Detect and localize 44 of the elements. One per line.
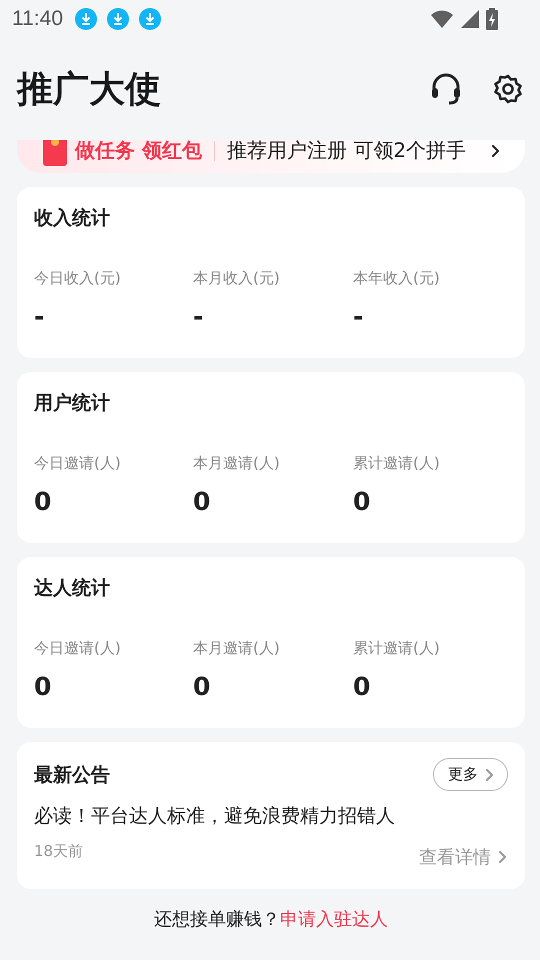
chevron-icon [484, 768, 495, 782]
apply-link[interactable]: 申请入驻达人 [280, 909, 388, 930]
stat-value: - [193, 302, 204, 331]
envelope-icon [43, 140, 67, 166]
footer-prompt: 还想接单赚钱？ [154, 909, 280, 930]
stat-label: 累计邀请(人) [353, 639, 441, 658]
stat-value: - [34, 302, 46, 331]
banner-text: 推荐用户注册 可领2个拼手 [226, 140, 468, 164]
wifi-icon [430, 9, 454, 29]
battery-icon [486, 8, 498, 30]
stat-value: 0 [34, 672, 52, 701]
stat-value: 0 [193, 487, 212, 516]
notice-time: 18天前 [34, 842, 84, 860]
stat-value: 0 [34, 487, 52, 516]
stat-label: 今日邀请(人) [34, 454, 122, 473]
clock-time: 11:40 [12, 7, 63, 31]
card-title: 达人统计 [34, 576, 111, 601]
stat-value: - [353, 302, 364, 331]
card-title: 收入统计 [34, 206, 111, 231]
settings-icon[interactable] [493, 74, 523, 104]
chevron-icon [497, 850, 508, 864]
stat-label: 本月邀请(人) [193, 639, 281, 658]
promo-banner[interactable]: 做任务 领红包 推荐用户注册 可领2个拼手 [17, 140, 525, 173]
stat-label: 今日邀请(人) [34, 639, 122, 658]
stat-label: 本月收入(元) [193, 269, 281, 288]
stat-value: 0 [193, 672, 212, 701]
page-title: 推广大使 [17, 68, 161, 112]
signal-icon [460, 9, 480, 29]
stat-label: 今日收入(元) [34, 269, 122, 288]
download-icon [75, 8, 97, 30]
stat-label: 本年收入(元) [353, 269, 441, 288]
headset-icon[interactable] [429, 72, 463, 106]
stat-value: 0 [353, 487, 372, 516]
more-button[interactable]: 更多 [433, 758, 508, 791]
banner-tag: 做任务 领红包 [75, 140, 202, 164]
stat-label: 累计邀请(人) [353, 454, 441, 473]
card-title: 最新公告 [34, 762, 110, 788]
chevron-icon [490, 144, 501, 158]
download-icon [107, 8, 129, 30]
stat-value: 0 [353, 672, 372, 701]
card-title: 用户统计 [34, 391, 111, 416]
notice-headline[interactable]: 必读！平台达人标准，避免浪费精力招错人 [34, 803, 508, 829]
download-icon [139, 8, 161, 30]
stat-label: 本月邀请(人) [193, 454, 281, 473]
